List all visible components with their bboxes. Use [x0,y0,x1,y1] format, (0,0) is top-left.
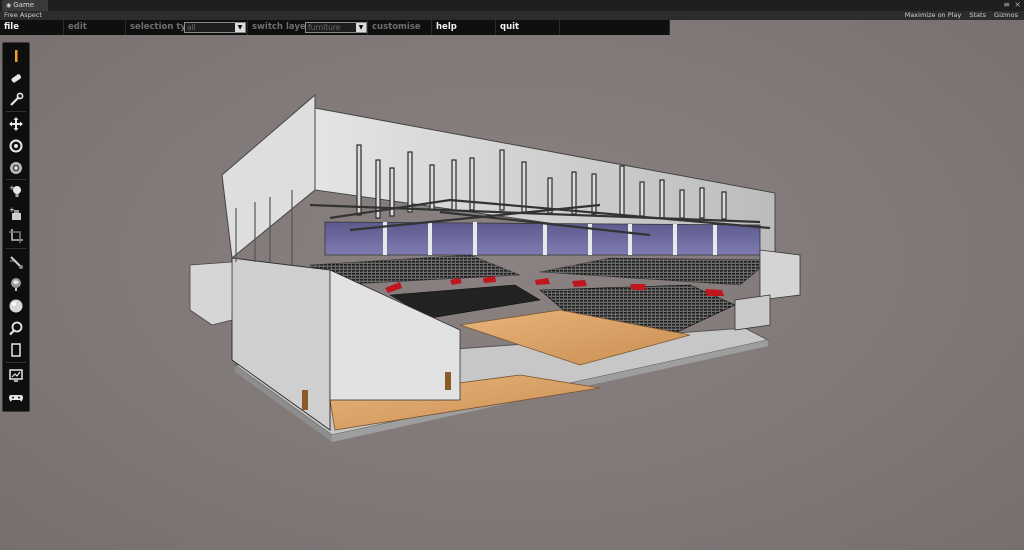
aspect-dropdown[interactable]: Free Aspect [4,11,42,20]
maximize-on-play-toggle[interactable]: Maximize on Play [905,11,962,19]
game-view-icon: ◉ [6,2,12,9]
tab-options-icon[interactable]: ≡ [1003,0,1010,10]
side-annex [189,261,233,326]
stats-toggle[interactable]: Stats [969,11,986,19]
arena-3d-model[interactable] [0,20,1024,550]
game-tab-label: Game [13,1,35,9]
close-icon[interactable]: × [1014,0,1021,10]
gizmos-dropdown[interactable]: Gizmos [994,11,1018,19]
door [445,372,451,390]
door [302,390,308,410]
game-tab[interactable]: ◉ Game [2,0,48,11]
game-viewport[interactable]: file edit selection type all ▼ switch la… [0,20,1024,550]
